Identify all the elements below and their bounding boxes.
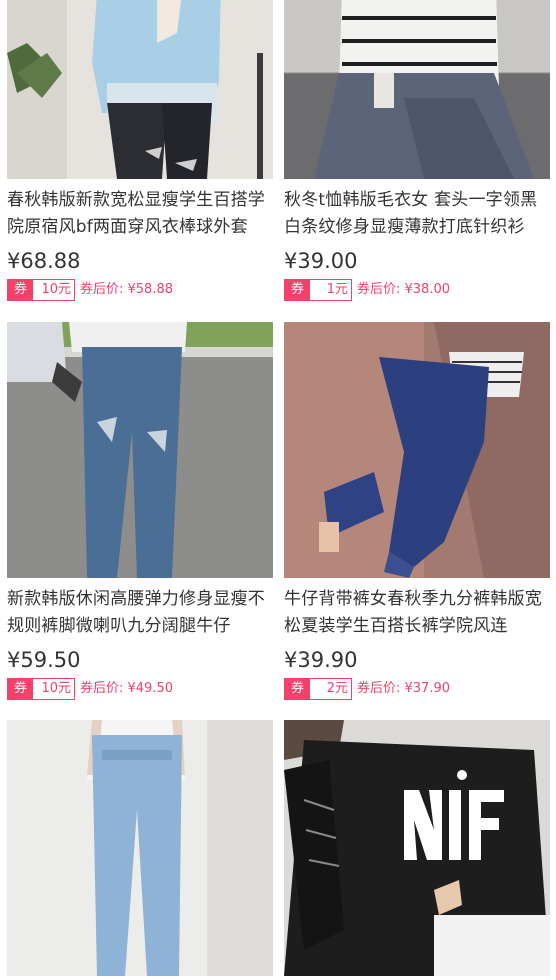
product-image[interactable] xyxy=(284,322,550,578)
coupon-row: 券 10元 券后价: ¥58.88 xyxy=(7,279,273,301)
striped-sweater-photo-icon xyxy=(284,0,550,179)
coupon-label: 券 xyxy=(8,280,33,300)
product-price: ¥68.88 xyxy=(7,249,81,273)
coupon-row: 券 1元 券后价: ¥38.00 xyxy=(284,279,550,301)
product-image[interactable] xyxy=(284,720,550,976)
product-title[interactable]: 秋冬t恤韩版毛衣女 套头一字领黑白条纹修身显瘦薄款打底针织衫 xyxy=(284,187,550,241)
product-card[interactable] xyxy=(284,720,550,976)
coupon-row: 券 2元 券后价: ¥37.90 xyxy=(284,678,550,700)
after-coupon-price: 券后价: ¥49.50 xyxy=(80,681,173,696)
product-title[interactable]: 新款韩版休闲高腰弹力修身显瘦不规则裤脚微喇叭九分阔腿牛仔 xyxy=(7,586,273,640)
jacket-photo-icon xyxy=(7,0,273,179)
coupon-badge[interactable]: 券 10元 xyxy=(7,279,75,301)
product-card[interactable]: 新款韩版休闲高腰弹力修身显瘦不规则裤脚微喇叭九分阔腿牛仔 ¥59.50 券 10… xyxy=(7,322,273,700)
black-tshirt-photo-icon xyxy=(284,720,550,976)
after-coupon-price: 券后价: ¥37.90 xyxy=(357,681,450,696)
coupon-amount: 2元 xyxy=(310,679,351,699)
product-image[interactable] xyxy=(284,0,550,179)
coupon-badge[interactable]: 券 1元 xyxy=(284,279,352,301)
product-price: ¥39.90 xyxy=(284,648,358,672)
coupon-badge[interactable]: 券 2元 xyxy=(284,678,352,700)
product-price: ¥59.50 xyxy=(7,648,81,672)
coupon-amount: 10元 xyxy=(33,280,74,300)
jeans-photo-icon xyxy=(7,322,273,578)
coupon-label: 券 xyxy=(285,280,310,300)
coupon-amount: 10元 xyxy=(33,679,74,699)
product-price: ¥39.00 xyxy=(284,249,358,273)
product-title[interactable]: 牛仔背带裤女春秋季九分裤韩版宽松夏装学生百搭长裤学院风连 xyxy=(284,586,550,640)
after-coupon-price: 券后价: ¥58.88 xyxy=(80,282,173,297)
product-card[interactable]: 秋冬t恤韩版毛衣女 套头一字领黑白条纹修身显瘦薄款打底针织衫 ¥39.00 券 … xyxy=(284,0,550,301)
product-card[interactable]: 春秋韩版新款宽松显瘦学生百搭学院原宿风bf两面穿风衣棒球外套 ¥68.88 券 … xyxy=(7,0,273,301)
product-card[interactable] xyxy=(7,720,273,976)
product-image[interactable] xyxy=(7,322,273,578)
product-image[interactable] xyxy=(7,0,273,179)
coupon-label: 券 xyxy=(8,679,33,699)
product-image[interactable] xyxy=(7,720,273,976)
overalls-photo-icon xyxy=(284,322,550,578)
product-grid: 春秋韩版新款宽松显瘦学生百搭学院原宿风bf两面穿风衣棒球外套 ¥68.88 券 … xyxy=(0,0,556,980)
product-title[interactable]: 春秋韩版新款宽松显瘦学生百搭学院原宿风bf两面穿风衣棒球外套 xyxy=(7,187,273,241)
coupon-label: 券 xyxy=(285,679,310,699)
coupon-badge[interactable]: 券 10元 xyxy=(7,678,75,700)
product-card[interactable]: 牛仔背带裤女春秋季九分裤韩版宽松夏装学生百搭长裤学院风连 ¥39.90 券 2元… xyxy=(284,322,550,700)
after-coupon-price: 券后价: ¥38.00 xyxy=(357,282,450,297)
coupon-row: 券 10元 券后价: ¥49.50 xyxy=(7,678,273,700)
coupon-amount: 1元 xyxy=(310,280,351,300)
light-jeans-photo-icon xyxy=(7,720,273,976)
